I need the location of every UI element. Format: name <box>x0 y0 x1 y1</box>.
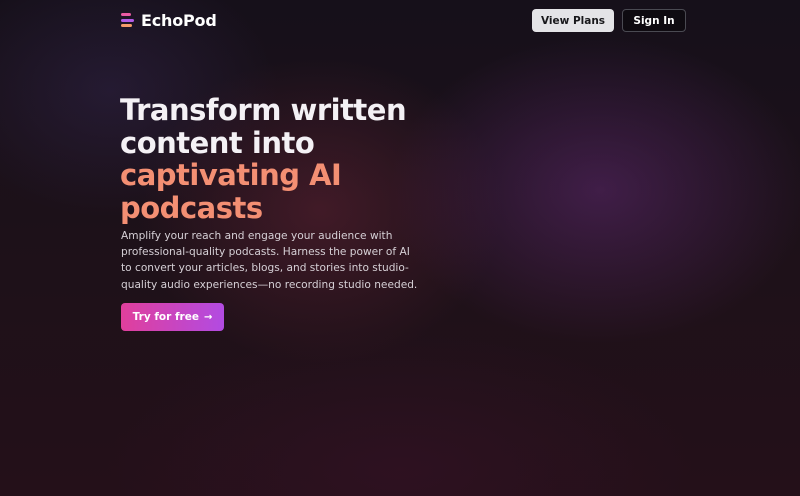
hero-headline: Transform written content into captivati… <box>120 93 407 225</box>
view-plans-button[interactable]: View Plans <box>532 9 614 32</box>
description-line: to convert your articles, blogs, and sto… <box>121 262 409 275</box>
brand-name: EchoPod <box>141 10 217 30</box>
description-line: Amplify your reach and engage your audie… <box>121 230 393 242</box>
cta-label: Try for free <box>132 311 199 323</box>
logo-icon <box>121 12 135 28</box>
try-for-free-button[interactable]: Try for free → <box>121 303 224 331</box>
hero-description: Amplify your reach and engage your audie… <box>121 228 418 293</box>
sign-in-button[interactable]: Sign In <box>622 9 686 32</box>
arrow-right-icon: → <box>203 311 213 323</box>
brand-logo[interactable]: EchoPod <box>121 9 217 31</box>
headline-line-accent: podcasts <box>120 190 263 225</box>
headline-line: Transform written <box>120 93 407 127</box>
headline-line: content into <box>120 125 315 160</box>
description-line: quality audio experiences—no recording s… <box>121 278 418 291</box>
headline-line-accent: captivating AI <box>120 158 342 192</box>
description-line: professional-quality podcasts. Harness t… <box>121 246 410 259</box>
